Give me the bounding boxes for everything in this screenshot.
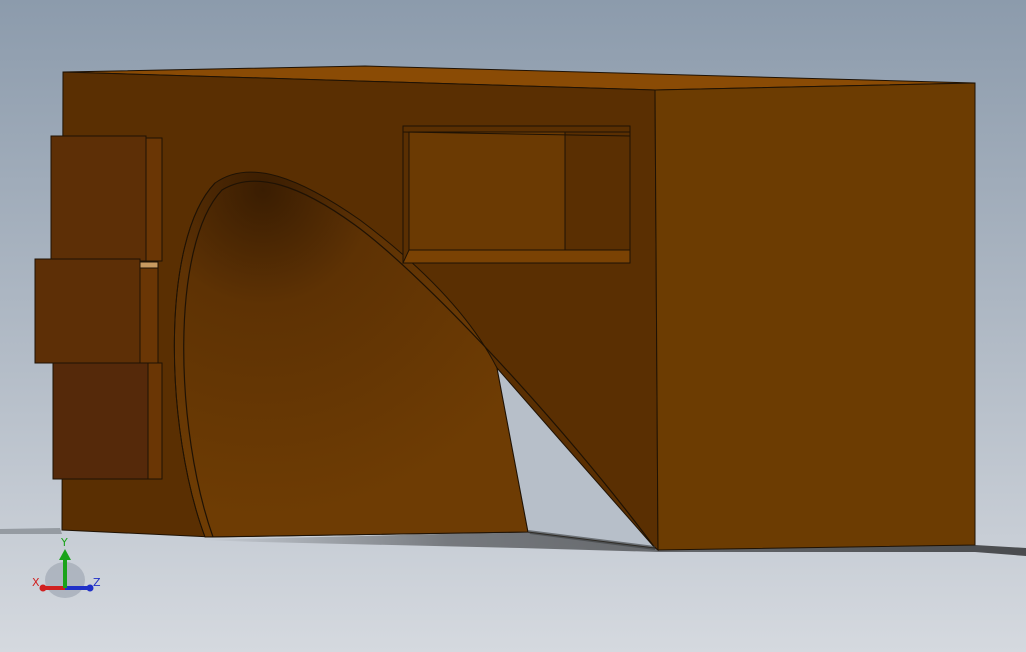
window-inner-side <box>564 131 631 251</box>
drawer-middle[interactable] <box>34 258 159 364</box>
triad-y-label: Y <box>60 536 68 549</box>
ground-shadow-left <box>0 528 62 534</box>
drawer-top[interactable] <box>50 135 163 262</box>
triad-x-label: X <box>32 576 40 589</box>
triad-z-label: Z <box>93 576 101 589</box>
right-cabinet-face <box>654 82 976 551</box>
3d-graphics-viewport[interactable]: X Y Z <box>0 0 1026 652</box>
model-canvas[interactable]: X Y Z <box>0 0 1026 652</box>
desk-model[interactable] <box>34 65 976 552</box>
drawer-bottom[interactable] <box>52 362 163 480</box>
triad-x-end <box>39 584 47 592</box>
window-sill <box>402 249 631 264</box>
window-inner-back <box>408 131 566 251</box>
